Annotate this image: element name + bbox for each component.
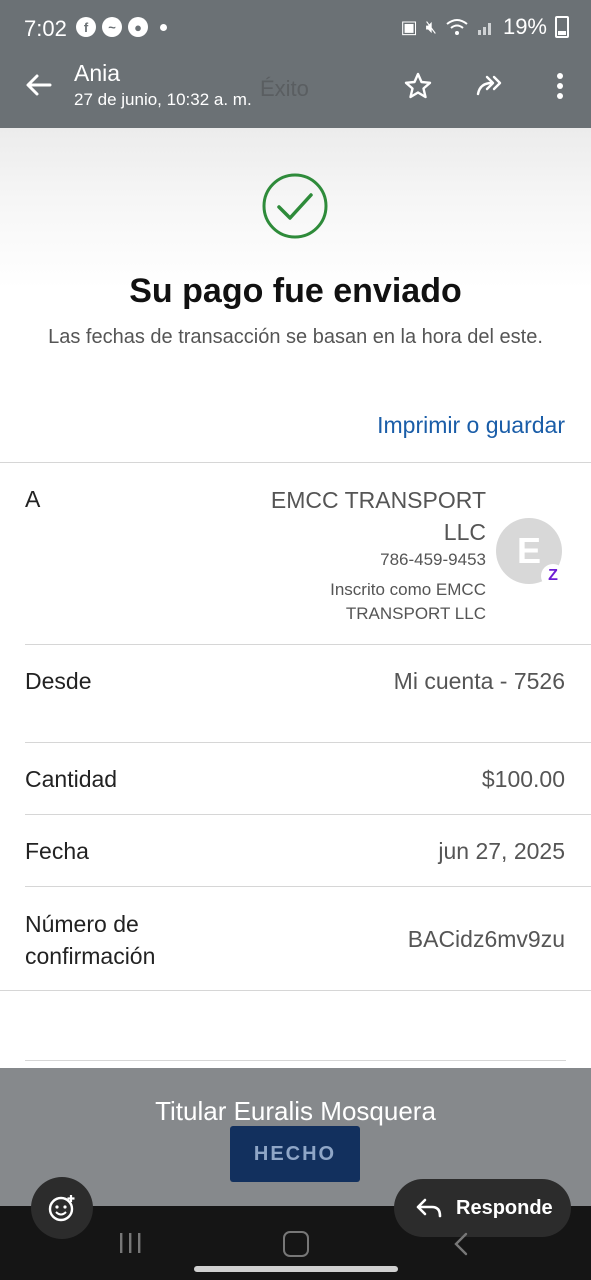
react-emoji-button[interactable]: [31, 1177, 93, 1239]
divider: [25, 814, 591, 815]
battery-saver-icon: ▣: [400, 16, 418, 37]
from-label: Desde: [25, 668, 92, 694]
emoji-add-icon: [48, 1195, 75, 1222]
date-label: Fecha: [25, 838, 89, 864]
home-icon[interactable]: [283, 1231, 309, 1257]
zelle-badge-icon: Z: [541, 564, 565, 588]
gesture-handle[interactable]: [194, 1266, 398, 1272]
amount-value: $100.00: [481, 766, 565, 792]
profile-icon: ●: [128, 17, 148, 37]
divider: [0, 462, 591, 463]
date-value: jun 27, 2025: [438, 838, 565, 864]
message-date: 27 de junio, 10:32 a. m.: [74, 90, 252, 109]
status-time: 7:02: [24, 16, 67, 41]
system-icons: ▣ 🔇︎ 19%: [401, 14, 569, 40]
more-notifications-dot: [160, 24, 167, 31]
battery-percent: 19%: [502, 14, 547, 39]
back-arrow-icon[interactable]: [22, 68, 56, 102]
divider: [25, 742, 591, 743]
success-check-icon: [262, 173, 328, 239]
wifi-icon: [446, 19, 468, 35]
forward-icon[interactable]: [474, 70, 506, 102]
payment-receipt: Éxito Su pago fue enviado Las fechas de …: [0, 76, 591, 1068]
image-caption: Titular Euralis Mosquera: [155, 1096, 436, 1126]
signal-icon: [477, 23, 491, 35]
more-options-icon[interactable]: [544, 70, 576, 102]
reply-label: Responde: [456, 1196, 553, 1219]
reply-arrow-icon: [416, 1198, 442, 1218]
nav-back-icon[interactable]: [452, 1232, 470, 1256]
recent-apps-icon[interactable]: [118, 1232, 144, 1254]
to-label: A: [25, 486, 41, 512]
amount-label: Cantidad: [25, 766, 118, 792]
from-value: Mi cuenta - 7526: [393, 668, 565, 694]
success-headline: Su pago fue enviado: [129, 272, 462, 310]
divider: [25, 644, 591, 645]
timezone-note: Las fechas de transacción se basan en la…: [48, 326, 543, 348]
messenger-icon: ~: [102, 17, 122, 37]
mute-icon: 🔇︎: [425, 16, 437, 37]
screen-title: Éxito: [260, 76, 309, 101]
recipient-phone: 786-459-9453: [380, 550, 486, 569]
facebook-icon: f: [76, 17, 96, 37]
recipient-name: EMCC TRANSPORT LLC: [270, 487, 486, 545]
divider: [25, 886, 591, 887]
print-or-save-link[interactable]: Imprimir o guardar: [377, 412, 565, 439]
reply-button[interactable]: Responde: [394, 1179, 571, 1237]
sender-name: Ania: [74, 60, 121, 86]
recipient-registered-as: Inscrito como EMCC TRANSPORT LLC: [330, 580, 486, 623]
star-icon[interactable]: [402, 70, 434, 102]
status-bar: 7:02 f ~ ● ▣ 🔇︎ 19%: [0, 0, 591, 56]
battery-icon: [555, 16, 569, 38]
confirmation-number: BACidz6mv9zu: [407, 926, 565, 952]
divider: [0, 990, 591, 991]
divider: [25, 1060, 566, 1061]
confirmation-label: Número de confirmación: [25, 911, 156, 969]
notification-icons: f ~ ●: [76, 17, 167, 37]
done-button[interactable]: HECHO: [230, 1126, 360, 1182]
